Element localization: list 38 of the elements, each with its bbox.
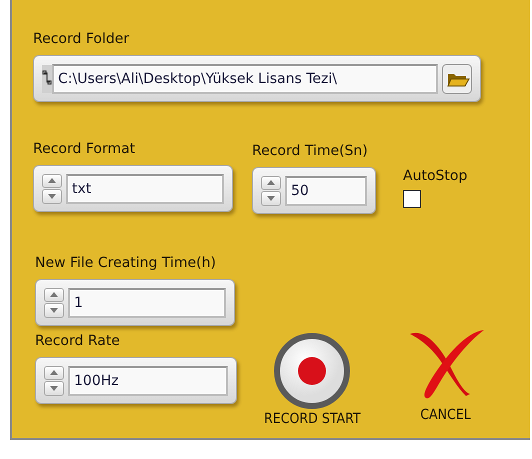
increment-button[interactable] [44, 288, 64, 302]
decrement-button[interactable] [261, 191, 281, 206]
value-text: 50 [285, 176, 367, 206]
spinner-field[interactable]: 1 [35, 279, 235, 326]
field-label: Record Folder [33, 30, 130, 48]
spinner-field[interactable]: 100Hz [35, 357, 237, 404]
decrement-button[interactable] [44, 381, 64, 396]
value-text: txt [66, 174, 224, 204]
autostop-checkbox[interactable] [403, 190, 421, 208]
spinner-field[interactable]: 50 [252, 167, 376, 214]
up-arrow-icon [50, 292, 58, 298]
spinner-field[interactable]: txt [33, 165, 233, 212]
record-start-button[interactable]: RECORD START [264, 332, 361, 427]
record-icon [273, 332, 352, 410]
checkbox-label: AutoStop [403, 167, 468, 185]
decrement-button[interactable] [44, 303, 64, 318]
field-label: Record Time(Sn) [252, 142, 369, 160]
value-text: 100Hz [68, 366, 228, 396]
path-text: C:\Users\Ali\Desktop\Yüksek Lisans Tezi\ [52, 64, 438, 94]
down-arrow-icon [48, 194, 56, 199]
path-field[interactable]: C:\Users\Ali\Desktop\Yüksek Lisans Tezi\ [33, 55, 481, 102]
up-arrow-icon [50, 370, 58, 376]
folder-icon[interactable] [442, 64, 472, 94]
up-arrow-icon [48, 178, 56, 184]
value-text: 1 [68, 288, 226, 318]
down-arrow-icon [50, 386, 58, 391]
cancel-button[interactable]: CANCEL [406, 326, 486, 427]
down-arrow-icon [267, 196, 275, 201]
path-icon [42, 64, 52, 92]
field-label: New File Creating Time(h) [35, 254, 217, 272]
down-arrow-icon [50, 308, 58, 313]
field-label: Record Format [33, 140, 136, 158]
field-label: Record Rate [35, 332, 121, 350]
increment-button[interactable] [44, 366, 64, 380]
increment-button[interactable] [42, 174, 62, 188]
increment-button[interactable] [261, 176, 281, 190]
up-arrow-icon [267, 180, 275, 186]
decrement-button[interactable] [42, 189, 62, 204]
